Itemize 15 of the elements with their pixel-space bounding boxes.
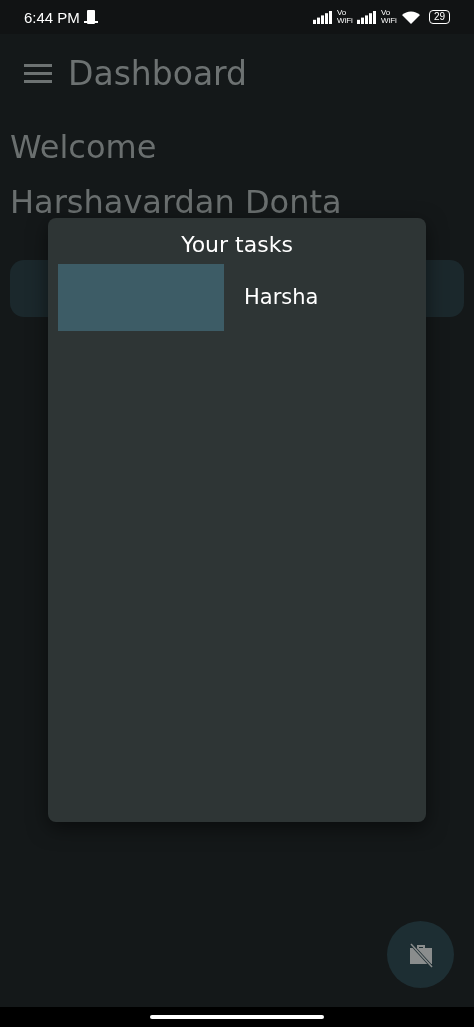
- briefcase-off-icon: [407, 941, 434, 968]
- app-title: Dashboard: [68, 53, 248, 93]
- menu-icon[interactable]: [24, 63, 52, 83]
- dialog-title: Your tasks: [181, 231, 293, 259]
- signal-icon: [356, 10, 377, 24]
- phone-icon: [83, 9, 98, 25]
- vowifi-label: Vo WiFi: [336, 9, 353, 25]
- welcome-text: Welcome: [10, 127, 158, 168]
- user-name: Harshavardan Donta: [10, 182, 343, 223]
- task-label[interactable]: Harsha: [244, 284, 319, 309]
- status-time: 6:44 PM: [24, 8, 80, 26]
- wifi-icon: [400, 9, 421, 25]
- signal-icon: [312, 10, 333, 24]
- vowifi-label: Vo WiFi: [380, 9, 397, 25]
- battery-icon: 29: [428, 10, 450, 24]
